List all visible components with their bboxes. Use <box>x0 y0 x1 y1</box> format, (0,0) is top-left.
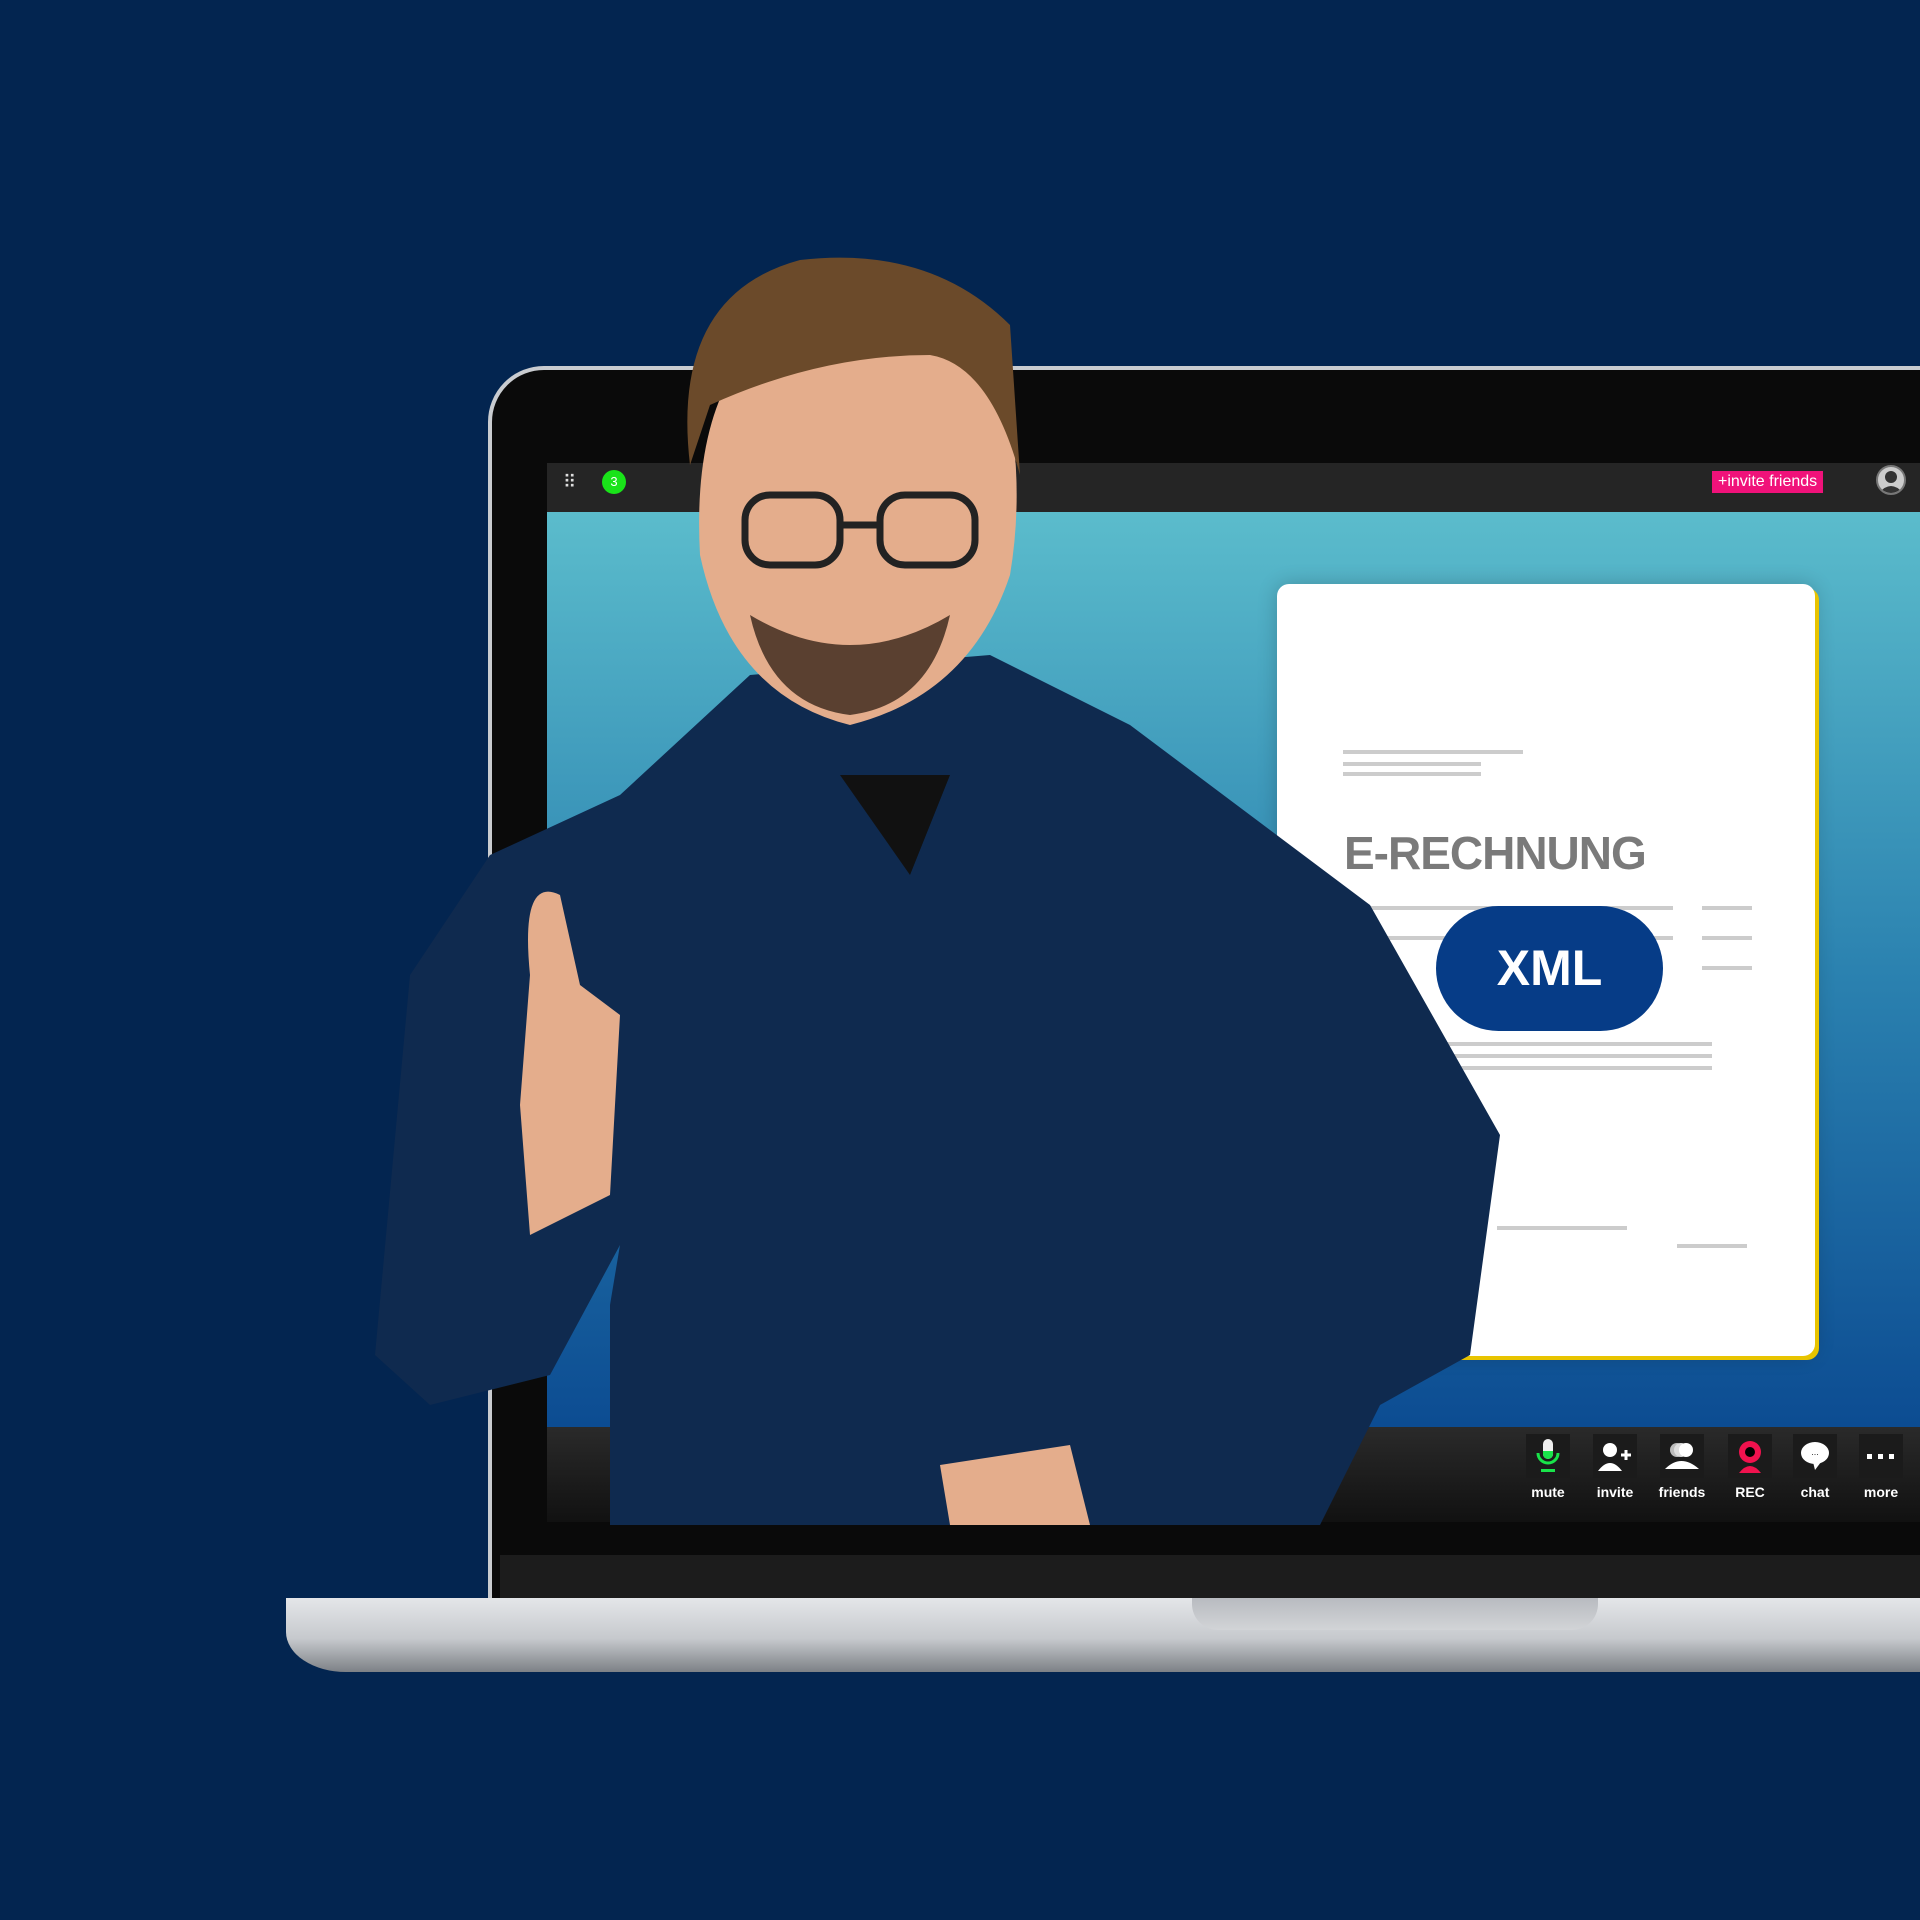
record-icon <box>1728 1434 1772 1478</box>
toolbar-label: mute <box>1531 1484 1565 1500</box>
svg-text:...: ... <box>1811 1447 1819 1457</box>
laptop-base <box>286 1598 1920 1672</box>
add-user-icon <box>1593 1434 1637 1478</box>
user-icon[interactable] <box>1876 465 1906 495</box>
text-line <box>1702 906 1752 910</box>
presenter-photo <box>375 257 1500 1525</box>
more-button[interactable]: more <box>1851 1434 1911 1500</box>
more-icon <box>1859 1434 1903 1478</box>
invite-button[interactable]: invite <box>1585 1434 1645 1500</box>
text-line <box>1702 966 1752 970</box>
invite-friends-button[interactable]: +invite friends <box>1712 471 1824 493</box>
toolbar-label: more <box>1863 1484 1899 1500</box>
laptop-notch <box>1192 1598 1598 1630</box>
toolbar-label: friends <box>1658 1484 1706 1500</box>
chat-icon: ... <box>1793 1434 1837 1478</box>
record-button[interactable]: REC <box>1720 1434 1780 1500</box>
text-line <box>1677 1244 1747 1248</box>
text-line <box>1497 1226 1627 1230</box>
text-line <box>1702 936 1752 940</box>
mute-button[interactable]: mute <box>1518 1434 1578 1500</box>
toolbar-label: chat <box>1800 1484 1830 1500</box>
toolbar-label: invite <box>1596 1484 1634 1500</box>
friends-button[interactable]: friends <box>1652 1434 1712 1500</box>
friends-icon <box>1660 1434 1704 1478</box>
chat-button[interactable]: ... chat <box>1785 1434 1845 1500</box>
screen-bezel-bottom <box>500 1555 1920 1598</box>
microphone-icon <box>1526 1434 1570 1478</box>
toolbar-label: REC <box>1735 1484 1765 1500</box>
